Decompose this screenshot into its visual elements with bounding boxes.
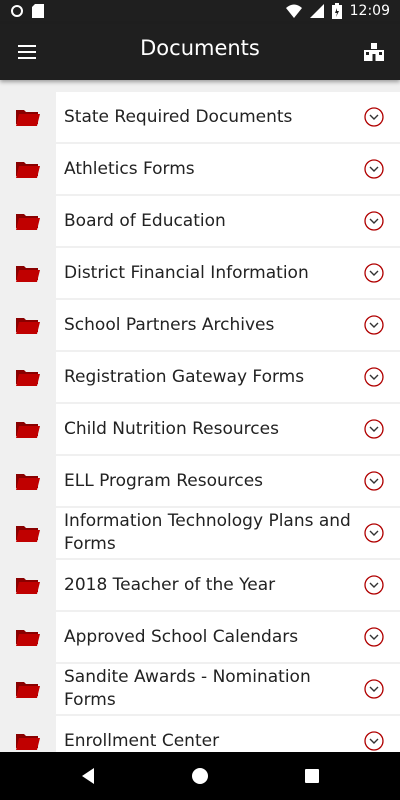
status-bar: 12:09 bbox=[0, 0, 400, 24]
folder-label: District Financial Information bbox=[64, 262, 309, 283]
folder-row[interactable]: Board of Education bbox=[0, 196, 400, 246]
chevron-down-icon[interactable] bbox=[364, 627, 384, 647]
chevron-down-icon[interactable] bbox=[364, 679, 384, 699]
folder-label: Enrollment Center bbox=[64, 730, 220, 751]
folder-row[interactable]: Enrollment Center bbox=[0, 716, 400, 752]
folder-label: Sandite Awards - Nomination Forms bbox=[64, 667, 311, 710]
folder-card[interactable]: District Financial Information bbox=[56, 248, 400, 298]
folder-card[interactable]: Child Nutrition Resources bbox=[56, 404, 400, 454]
school-icon[interactable] bbox=[362, 40, 386, 64]
folder-label: State Required Documents bbox=[64, 106, 293, 127]
chevron-down-icon[interactable] bbox=[364, 575, 384, 595]
folder-icon bbox=[16, 630, 40, 646]
folder-row[interactable]: Sandite Awards - Nomination Forms bbox=[0, 664, 400, 714]
app-bar: Documents bbox=[0, 24, 400, 80]
battery-icon bbox=[331, 3, 342, 19]
folder-row[interactable]: School Partners Archives bbox=[0, 300, 400, 350]
chevron-down-icon[interactable] bbox=[364, 523, 384, 543]
folder-row[interactable]: Approved School Calendars bbox=[0, 612, 400, 662]
folder-row[interactable]: 2018 Teacher of the Year bbox=[0, 560, 400, 610]
folder-icon bbox=[16, 526, 40, 542]
folder-label: Approved School Calendars bbox=[64, 626, 299, 647]
folder-row[interactable]: Child Nutrition Resources bbox=[0, 404, 400, 454]
folder-card[interactable]: Board of Education bbox=[56, 196, 400, 246]
sd-card-icon bbox=[32, 4, 44, 18]
folder-card[interactable]: Registration Gateway Forms bbox=[56, 352, 400, 402]
folder-card[interactable]: ELL Program Resources bbox=[56, 456, 400, 506]
folder-icon bbox=[16, 318, 40, 334]
folder-icon bbox=[16, 162, 40, 178]
folder-icon bbox=[16, 578, 40, 594]
folder-label: Registration Gateway Forms bbox=[64, 366, 305, 387]
chevron-down-icon[interactable] bbox=[364, 107, 384, 127]
folder-row[interactable]: District Financial Information bbox=[0, 248, 400, 298]
chevron-down-icon[interactable] bbox=[364, 159, 384, 179]
page-title: Documents bbox=[140, 36, 260, 60]
folder-card[interactable]: Enrollment Center bbox=[56, 716, 400, 752]
folder-row[interactable]: ELL Program Resources bbox=[0, 456, 400, 506]
folder-card[interactable]: Approved School Calendars bbox=[56, 612, 400, 662]
folder-card[interactable]: Sandite Awards - Nomination Forms bbox=[56, 664, 400, 714]
chevron-down-icon[interactable] bbox=[364, 315, 384, 335]
folder-icon bbox=[16, 734, 40, 750]
folder-row[interactable]: Athletics Forms bbox=[0, 144, 400, 194]
folder-icon bbox=[16, 110, 40, 126]
folder-row[interactable]: Information Technology Plans and Forms bbox=[0, 508, 400, 558]
wifi-icon bbox=[285, 4, 302, 18]
chevron-down-icon[interactable] bbox=[364, 471, 384, 491]
folder-card[interactable]: State Required Documents bbox=[56, 92, 400, 142]
folder-label: 2018 Teacher of the Year bbox=[64, 574, 276, 595]
folder-icon bbox=[16, 682, 40, 698]
record-icon bbox=[11, 5, 23, 17]
chevron-down-icon[interactable] bbox=[364, 419, 384, 439]
folder-icon bbox=[16, 214, 40, 230]
folder-label: Athletics Forms bbox=[64, 158, 195, 179]
folder-icon bbox=[16, 422, 40, 438]
folder-card[interactable]: School Partners Archives bbox=[56, 300, 400, 350]
navigation-bar bbox=[0, 752, 400, 800]
folder-label: Information Technology Plans and Forms bbox=[64, 511, 351, 554]
folder-card[interactable]: Information Technology Plans and Forms bbox=[56, 508, 400, 558]
chevron-down-icon[interactable] bbox=[364, 731, 384, 751]
folder-label: School Partners Archives bbox=[64, 314, 275, 335]
signal-icon bbox=[309, 4, 324, 18]
recents-icon[interactable] bbox=[302, 766, 322, 786]
folder-card[interactable]: 2018 Teacher of the Year bbox=[56, 560, 400, 610]
folder-icon bbox=[16, 474, 40, 490]
status-time: 12:09 bbox=[349, 3, 390, 19]
folder-row[interactable]: Registration Gateway Forms bbox=[0, 352, 400, 402]
folder-icon bbox=[16, 370, 40, 386]
chevron-down-icon[interactable] bbox=[364, 367, 384, 387]
folder-label: ELL Program Resources bbox=[64, 470, 264, 491]
home-icon[interactable] bbox=[190, 766, 210, 786]
folder-list: State Required Documents Athletics Forms B… bbox=[0, 92, 400, 752]
folder-label: Child Nutrition Resources bbox=[64, 418, 279, 439]
folder-icon bbox=[16, 266, 40, 282]
folder-row[interactable]: State Required Documents bbox=[0, 92, 400, 142]
chevron-down-icon[interactable] bbox=[364, 211, 384, 231]
chevron-down-icon[interactable] bbox=[364, 263, 384, 283]
back-icon[interactable] bbox=[78, 766, 98, 786]
folder-label: Board of Education bbox=[64, 210, 226, 231]
folder-card[interactable]: Athletics Forms bbox=[56, 144, 400, 194]
